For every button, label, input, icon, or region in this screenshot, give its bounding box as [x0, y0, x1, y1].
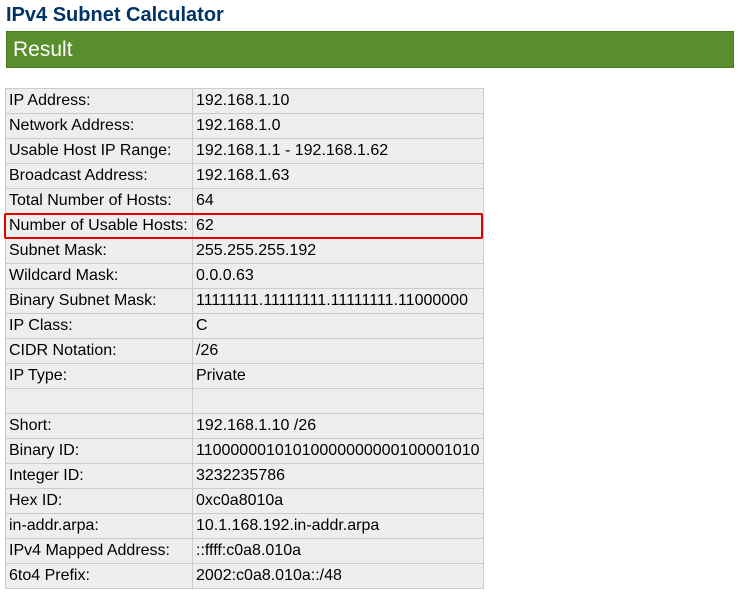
table-row-cidr-notation: CIDR Notation: /26: [5, 338, 484, 364]
row-value: 255.255.255.192: [192, 238, 484, 264]
row-label: in-addr.arpa:: [5, 513, 193, 539]
result-header-label: Result: [13, 38, 73, 61]
table-row-network-address: Network Address: 192.168.1.0: [5, 113, 484, 139]
row-value: Private: [192, 363, 484, 389]
row-label: Binary ID:: [5, 438, 193, 464]
table-row-usable-host-range: Usable Host IP Range: 192.168.1.1 - 192.…: [5, 138, 484, 164]
result-table: IP Address: 192.168.1.10 Network Address…: [5, 88, 484, 589]
row-value: 62: [192, 213, 484, 239]
row-label: Network Address:: [5, 113, 193, 139]
row-label: Usable Host IP Range:: [5, 138, 193, 164]
page-title: IPv4 Subnet Calculator: [6, 4, 224, 26]
table-row-subnet-mask: Subnet Mask: 255.255.255.192: [5, 238, 484, 264]
table-row-binary-subnet-mask: Binary Subnet Mask: 11111111.11111111.11…: [5, 288, 484, 314]
row-value: 2002:c0a8.010a::/48: [192, 563, 484, 589]
table-row-usable-hosts: Number of Usable Hosts: 62: [5, 213, 484, 239]
table-row-short: Short: 192.168.1.10 /26: [5, 413, 484, 439]
row-value: 3232235786: [192, 463, 484, 489]
table-row-spacer: [5, 388, 484, 414]
row-label: Integer ID:: [5, 463, 193, 489]
row-label: Wildcard Mask:: [5, 263, 193, 289]
table-row-broadcast-address: Broadcast Address: 192.168.1.63: [5, 163, 484, 189]
row-value: [192, 388, 484, 414]
row-label: Short:: [5, 413, 193, 439]
row-value: 192.168.1.10 /26: [192, 413, 484, 439]
table-row-integer-id: Integer ID: 3232235786: [5, 463, 484, 489]
row-label: CIDR Notation:: [5, 338, 193, 364]
row-value: 192.168.1.0: [192, 113, 484, 139]
row-label: IPv4 Mapped Address:: [5, 538, 193, 564]
row-value: ::ffff:c0a8.010a: [192, 538, 484, 564]
row-label: IP Address:: [5, 88, 193, 114]
row-label: IP Class:: [5, 313, 193, 339]
row-value: 192.168.1.10: [192, 88, 484, 114]
table-row-ip-type: IP Type: Private: [5, 363, 484, 389]
row-value: 10.1.168.192.in-addr.arpa: [192, 513, 484, 539]
table-row-total-hosts: Total Number of Hosts: 64: [5, 188, 484, 214]
row-label: Total Number of Hosts:: [5, 188, 193, 214]
table-row-in-addr-arpa: in-addr.arpa: 10.1.168.192.in-addr.arpa: [5, 513, 484, 539]
table-row-ip-class: IP Class: C: [5, 313, 484, 339]
row-label: IP Type:: [5, 363, 193, 389]
row-value: 64: [192, 188, 484, 214]
table-row-hex-id: Hex ID: 0xc0a8010a: [5, 488, 484, 514]
row-label: Subnet Mask:: [5, 238, 193, 264]
table-row-binary-id: Binary ID: 11000000101010000000000100001…: [5, 438, 484, 464]
table-row-6to4-prefix: 6to4 Prefix: 2002:c0a8.010a::/48: [5, 563, 484, 589]
row-value: 0.0.0.63: [192, 263, 484, 289]
row-label: Hex ID:: [5, 488, 193, 514]
row-label: 6to4 Prefix:: [5, 563, 193, 589]
row-value: C: [192, 313, 484, 339]
row-value: /26: [192, 338, 484, 364]
row-label: Broadcast Address:: [5, 163, 193, 189]
row-label: Number of Usable Hosts:: [5, 213, 193, 239]
table-row-ip-address: IP Address: 192.168.1.10: [5, 88, 484, 114]
row-label: [5, 388, 193, 414]
row-label: Binary Subnet Mask:: [5, 288, 193, 314]
table-row-wildcard-mask: Wildcard Mask: 0.0.0.63: [5, 263, 484, 289]
table-row-ipv4-mapped-address: IPv4 Mapped Address: ::ffff:c0a8.010a: [5, 538, 484, 564]
result-section-header: Result: [6, 31, 734, 68]
row-value: 192.168.1.1 - 192.168.1.62: [192, 138, 484, 164]
row-value: 11000000101010000000000100001010: [192, 438, 484, 464]
row-value: 11111111.11111111.11111111.11000000: [192, 288, 484, 314]
row-value: 0xc0a8010a: [192, 488, 484, 514]
row-value: 192.168.1.63: [192, 163, 484, 189]
